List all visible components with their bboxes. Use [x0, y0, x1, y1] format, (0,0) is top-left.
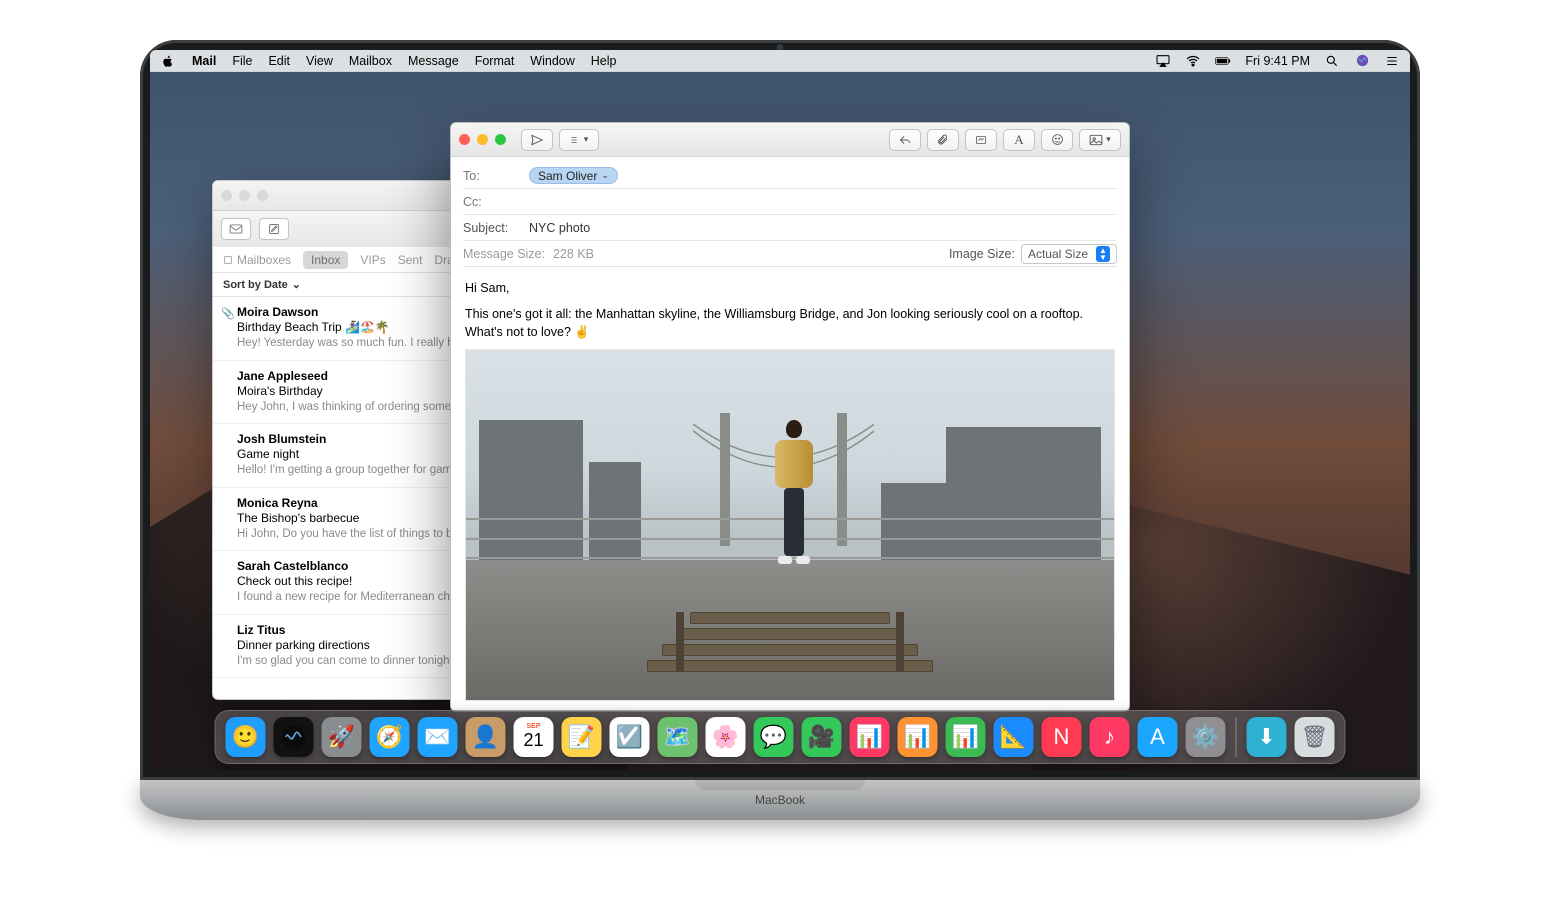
body-greeting: Hi Sam,: [465, 279, 1115, 297]
traffic-zoom-icon[interactable]: [495, 134, 506, 145]
laptop-label: MacBook: [755, 793, 805, 807]
image-size-label: Image Size:: [949, 247, 1015, 261]
battery-icon[interactable]: [1215, 53, 1231, 69]
dock-contacts-icon[interactable]: 👤: [466, 717, 506, 757]
dock-mail-icon[interactable]: ✉️: [418, 717, 458, 757]
dock-divider: [1236, 717, 1237, 757]
dock-messages-icon[interactable]: 💬: [754, 717, 794, 757]
reply-button[interactable]: [889, 129, 921, 151]
traffic-close-icon[interactable]: [459, 134, 470, 145]
menubar-app-name[interactable]: Mail: [192, 54, 216, 68]
message-from: Monica Reyna: [237, 496, 318, 510]
laptop-base: MacBook: [140, 780, 1420, 820]
select-stepper-icon: ▲▼: [1096, 246, 1110, 262]
attach-button[interactable]: [927, 129, 959, 151]
spotlight-icon[interactable]: [1324, 53, 1340, 69]
dock-photos-icon[interactable]: 🌸: [706, 717, 746, 757]
format-button[interactable]: A: [1003, 129, 1035, 151]
apple-menu-icon[interactable]: [160, 53, 176, 69]
traffic-close-icon[interactable]: [221, 190, 232, 201]
compose-button[interactable]: [259, 218, 289, 240]
menu-message[interactable]: Message: [408, 54, 459, 68]
dock-itunes-icon[interactable]: 📊: [850, 717, 890, 757]
siri-icon[interactable]: [1354, 53, 1370, 69]
menubar-clock[interactable]: Fri 9:41 PM: [1245, 54, 1310, 68]
dock-ibooks-icon[interactable]: 📊: [898, 717, 938, 757]
dock-maps-icon[interactable]: 🗺️: [658, 717, 698, 757]
subject-field-row[interactable]: Subject: NYC photo: [463, 215, 1117, 241]
person-figure: [764, 420, 824, 581]
get-mail-button[interactable]: [221, 218, 251, 240]
dock-appstore-icon[interactable]: A: [1138, 717, 1178, 757]
dock-calendar-icon[interactable]: SEP21: [514, 717, 554, 757]
dock-reminders-icon[interactable]: ☑️: [610, 717, 650, 757]
size-row: Message Size: 228 KB Image Size: Actual …: [463, 241, 1117, 267]
notification-center-icon[interactable]: [1384, 53, 1400, 69]
menu-window[interactable]: Window: [530, 54, 574, 68]
compose-body[interactable]: Hi Sam, This one's got it all: the Manha…: [451, 269, 1129, 711]
traffic-minimize-icon[interactable]: [477, 134, 488, 145]
dock[interactable]: 🙂🚀🧭✉️👤SEP21📝☑️🗺️🌸💬🎥📊📊📊📐N♪A⚙️⬇🗑: [215, 710, 1346, 764]
dock-notes-icon[interactable]: 📝: [562, 717, 602, 757]
cc-label: Cc:: [463, 195, 521, 209]
image-size-select[interactable]: Actual Size ▲▼: [1021, 244, 1117, 264]
menu-mailbox[interactable]: Mailbox: [349, 54, 392, 68]
chevron-down-icon: ⌄: [292, 278, 301, 291]
emoji-button[interactable]: [1041, 129, 1073, 151]
recipient-pill[interactable]: Sam Oliver⌄: [529, 167, 618, 184]
subject-value[interactable]: NYC photo: [529, 221, 590, 235]
dock-keynote-icon[interactable]: 📐: [994, 717, 1034, 757]
dock-facetime-icon[interactable]: 🎥: [802, 717, 842, 757]
photo-browser-button[interactable]: ▾: [1079, 129, 1121, 151]
send-button[interactable]: [521, 129, 553, 151]
macos-menubar: Mail File Edit View Mailbox Message Form…: [150, 50, 1410, 72]
attachment-icon: 📎: [221, 307, 235, 320]
attached-photo[interactable]: [465, 349, 1115, 701]
menu-view[interactable]: View: [306, 54, 333, 68]
message-size-value: 228 KB: [553, 247, 594, 261]
menu-format[interactable]: Format: [475, 54, 515, 68]
dock-news-icon[interactable]: N: [1042, 717, 1082, 757]
tab-inbox[interactable]: Inbox: [303, 251, 348, 269]
dock-trash-icon[interactable]: 🗑: [1295, 717, 1335, 757]
tab-mailboxes[interactable]: Mailboxes: [223, 253, 291, 267]
message-size-label: Message Size:: [463, 247, 545, 261]
airplay-icon[interactable]: [1155, 53, 1171, 69]
sort-dropdown[interactable]: Sort by Date⌄: [223, 278, 301, 291]
dock-music-icon[interactable]: ♪: [1090, 717, 1130, 757]
message-from: Josh Blumstein: [237, 432, 326, 446]
dock-settings-icon[interactable]: ⚙️: [1186, 717, 1226, 757]
to-label: To:: [463, 169, 521, 183]
message-from: Liz Titus: [237, 623, 285, 637]
menu-edit[interactable]: Edit: [268, 54, 290, 68]
message-from: Sarah Castelblanco: [237, 559, 348, 573]
message-from: Jane Appleseed: [237, 369, 328, 383]
body-paragraph: This one's got it all: the Manhattan sky…: [465, 305, 1115, 341]
chevron-down-icon: ⌄: [601, 170, 609, 181]
to-field-row[interactable]: To: Sam Oliver⌄: [463, 163, 1117, 189]
dock-launchpad-icon[interactable]: 🚀: [322, 717, 362, 757]
cc-field-row[interactable]: Cc:: [463, 189, 1117, 215]
subject-label: Subject:: [463, 221, 521, 235]
tab-vips[interactable]: VIPs: [360, 253, 385, 267]
markup-button[interactable]: [965, 129, 997, 151]
dock-safari-icon[interactable]: 🧭: [370, 717, 410, 757]
traffic-minimize-icon[interactable]: [239, 190, 250, 201]
dock-siri-icon[interactable]: [274, 717, 314, 757]
header-fields-dropdown[interactable]: ▾: [559, 129, 599, 151]
wifi-icon[interactable]: [1185, 53, 1201, 69]
message-from: Moira Dawson: [237, 305, 318, 319]
dock-downloads-icon[interactable]: ⬇: [1247, 717, 1287, 757]
tab-sent[interactable]: Sent: [398, 253, 423, 267]
compose-toolbar: ▾ A ▾: [451, 123, 1129, 157]
dock-appstore-numbers-icon[interactable]: 📊: [946, 717, 986, 757]
menu-help[interactable]: Help: [591, 54, 617, 68]
menu-file[interactable]: File: [232, 54, 252, 68]
dock-finder-icon[interactable]: 🙂: [226, 717, 266, 757]
mail-compose-window[interactable]: ▾ A ▾ To: Sam Oliver⌄: [450, 122, 1130, 712]
traffic-zoom-icon[interactable]: [257, 190, 268, 201]
